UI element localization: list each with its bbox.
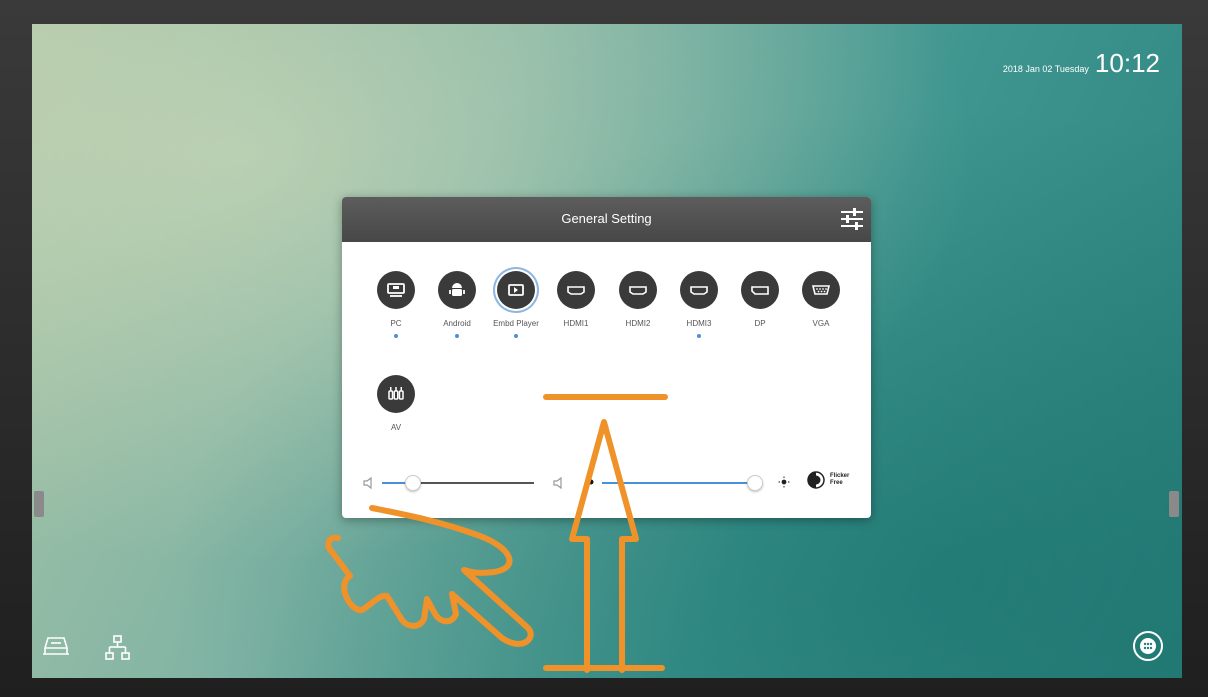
source-vga[interactable]: VGA — [791, 271, 851, 328]
embedded-player-icon — [508, 284, 524, 296]
apps-button[interactable] — [1132, 630, 1164, 667]
source-label: HDMI1 — [563, 319, 589, 328]
controls-row: Flicker Free — [342, 471, 871, 506]
clock-time: 10:12 — [1094, 48, 1160, 78]
flicker-free-toggle[interactable]: Flicker Free — [806, 470, 852, 490]
source-label: Android — [443, 319, 471, 328]
android-icon — [449, 283, 465, 296]
volume-max-icon — [553, 476, 562, 490]
date-text: 2018 Jan 02 Tuesday — [1002, 64, 1089, 74]
source-label: HDMI2 — [625, 319, 651, 328]
source-active-indicator — [514, 334, 518, 338]
home-screen: 2018 Jan 02 Tuesday 10:12 General Settin… — [32, 24, 1182, 678]
brightness-slider-knob[interactable] — [747, 475, 763, 491]
panel-header: General Setting — [342, 197, 871, 242]
source-av[interactable]: AV — [366, 375, 426, 432]
volume-icon — [363, 476, 372, 490]
annotation-hand — [325, 505, 534, 647]
source-label: PC — [390, 319, 402, 328]
source-label: Embd Player — [493, 319, 539, 328]
source-hdmi2[interactable]: HDMI2 — [608, 271, 668, 328]
brightness-slider[interactable] — [602, 475, 763, 491]
sliders-icon — [841, 208, 863, 230]
brightness-slider-fill — [602, 482, 754, 484]
whiteboard-icon — [43, 637, 69, 655]
brightness-high-icon — [778, 476, 790, 488]
pc-icon — [387, 283, 405, 297]
source-label: VGA — [812, 319, 830, 328]
status-datetime: 2018 Jan 02 Tuesday 10:12 — [1003, 48, 1160, 79]
source-label: DP — [754, 319, 766, 328]
displayport-icon — [751, 286, 769, 295]
volume-slider-knob[interactable] — [405, 475, 421, 491]
volume-slider[interactable] — [382, 475, 534, 491]
apps-grid-icon — [1133, 631, 1163, 661]
source-pc[interactable]: PC — [366, 271, 426, 338]
left-edge-tab[interactable] — [34, 491, 44, 517]
av-icon — [388, 387, 404, 400]
source-active-indicator — [394, 334, 398, 338]
right-edge-tab[interactable] — [1169, 491, 1179, 517]
source-label: HDMI3 — [686, 319, 712, 328]
flicker-free-label: Flicker Free — [830, 473, 850, 486]
source-hdmi3[interactable]: HDMI3 — [669, 271, 729, 338]
source-hdmi1[interactable]: HDMI1 — [546, 271, 606, 328]
network-button[interactable] — [104, 634, 132, 667]
advanced-settings-button[interactable] — [839, 205, 865, 233]
source-active-indicator — [697, 334, 701, 338]
general-setting-panel: General Setting PC Android Embd Player H… — [342, 197, 871, 518]
whiteboard-button[interactable] — [41, 634, 71, 665]
vga-icon — [811, 285, 831, 295]
source-android[interactable]: Android — [427, 271, 487, 338]
brightness-low-icon — [588, 479, 594, 485]
hdmi-icon — [567, 286, 585, 295]
hdmi-icon — [629, 286, 647, 295]
source-label: AV — [390, 423, 402, 432]
source-active-indicator — [455, 334, 459, 338]
network-icon — [105, 635, 130, 660]
source-embd-player[interactable]: Embd Player — [486, 271, 546, 338]
source-dp[interactable]: DP — [730, 271, 790, 328]
eye-icon — [807, 471, 825, 489]
hdmi-icon — [690, 286, 708, 295]
panel-title: General Setting — [561, 211, 652, 226]
